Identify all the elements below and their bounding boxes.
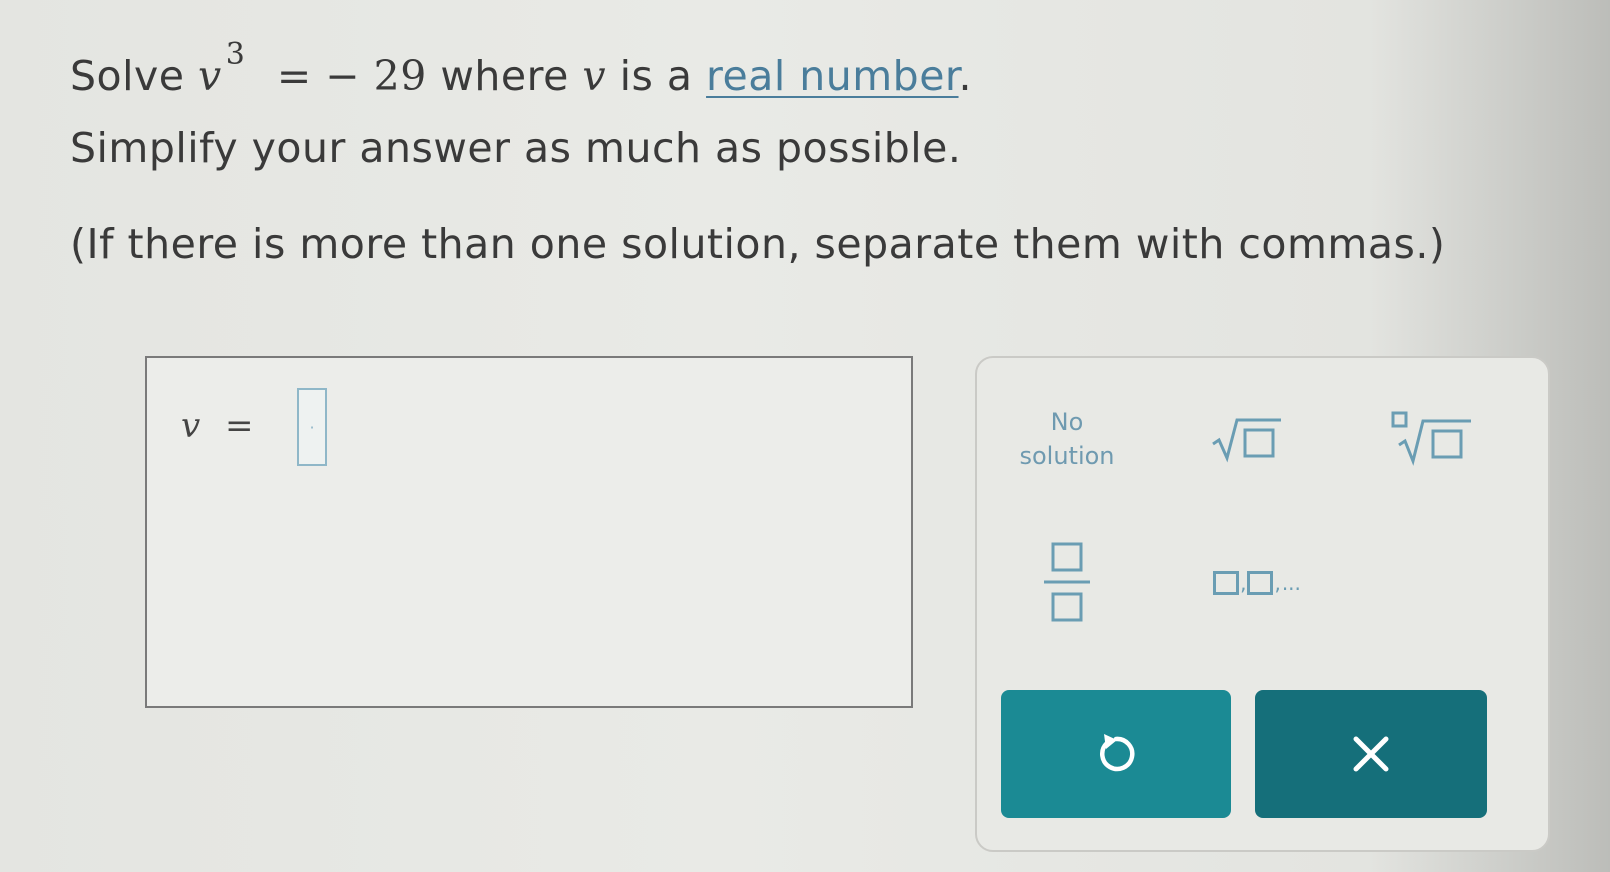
answer-area[interactable]: v = ·: [145, 356, 913, 708]
answer-label: v =: [181, 406, 254, 446]
list-box-icon: [1213, 571, 1240, 595]
question-line-1: Solve v3 = − 29 where v is a real number…: [70, 37, 973, 100]
list-separator-button[interactable]: , , ...: [1182, 528, 1332, 638]
fraction-icon: [1044, 542, 1090, 622]
list-comma: ,: [1240, 571, 1247, 595]
question-line-2: Simplify your answer as much as possible…: [70, 124, 962, 172]
math-keypad: No solution , , ...: [975, 356, 1550, 852]
nth-root-button[interactable]: [1362, 384, 1502, 494]
no-solution-button[interactable]: No solution: [997, 384, 1137, 494]
list-box-icon: [1247, 571, 1274, 595]
square-root-icon: [1212, 418, 1281, 463]
inline-variable: v: [582, 52, 607, 100]
answer-variable: v: [181, 406, 201, 446]
list-ellipsis: ...: [1281, 571, 1301, 595]
reset-button[interactable]: [1001, 690, 1231, 818]
solve-word: Solve: [70, 52, 185, 100]
question-line-3: (If there is more than one solution, sep…: [70, 220, 1446, 268]
equation-variable: v: [198, 52, 222, 100]
nth-root-icon: [1391, 411, 1471, 466]
answer-input[interactable]: ·: [297, 388, 327, 466]
no-solution-line1: No: [1050, 408, 1084, 436]
input-cursor: ·: [309, 417, 315, 437]
fraction-button[interactable]: [997, 528, 1137, 638]
real-number-link[interactable]: real number: [706, 52, 958, 100]
equation-rhs: − 29: [325, 52, 427, 100]
where-text: where: [440, 52, 569, 100]
reset-icon: [1100, 734, 1135, 772]
clear-button[interactable]: [1255, 690, 1487, 818]
answer-equals: =: [225, 406, 254, 446]
is-a-text: is a: [619, 52, 693, 100]
no-solution-line2: solution: [1019, 442, 1115, 470]
line1-period: .: [958, 52, 973, 100]
close-icon: [1353, 736, 1389, 772]
equation-exponent: 3: [225, 37, 246, 72]
square-root-button[interactable]: [1182, 384, 1312, 494]
list-separator-icon: , , ...: [1213, 571, 1301, 595]
equation-equals: =: [276, 52, 312, 100]
list-comma: ,: [1274, 571, 1281, 595]
